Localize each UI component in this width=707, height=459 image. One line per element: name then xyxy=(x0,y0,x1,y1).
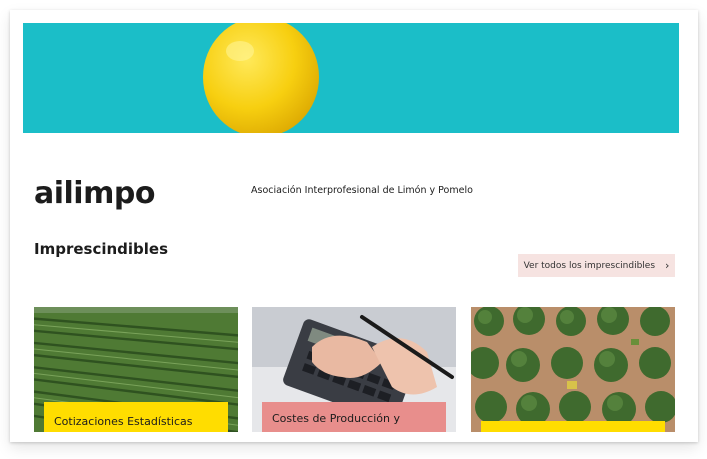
see-all-button[interactable]: Ver todos los imprescindibles › xyxy=(518,254,675,277)
aerial-trees-image xyxy=(471,307,675,432)
tile-costes[interactable]: Costes de Producción y xyxy=(252,307,456,432)
tile-label: Costes de Producción y xyxy=(262,402,446,432)
tile-label xyxy=(481,421,665,432)
hero-banner xyxy=(23,23,679,133)
tile-cotizaciones[interactable]: Cotizaciones Estadísticas xyxy=(34,307,238,432)
brand-logo[interactable]: ailimpo xyxy=(34,176,155,211)
see-all-label: Ver todos los imprescindibles xyxy=(523,260,656,271)
lemon-image xyxy=(203,23,319,133)
tile-third[interactable] xyxy=(471,307,675,432)
section-title: Imprescindibles xyxy=(34,240,169,258)
chevron-right-icon: › xyxy=(665,259,670,272)
brand-tagline: Asociación Interprofesional de Limón y P… xyxy=(251,185,473,196)
tile-label: Cotizaciones Estadísticas xyxy=(44,402,228,432)
